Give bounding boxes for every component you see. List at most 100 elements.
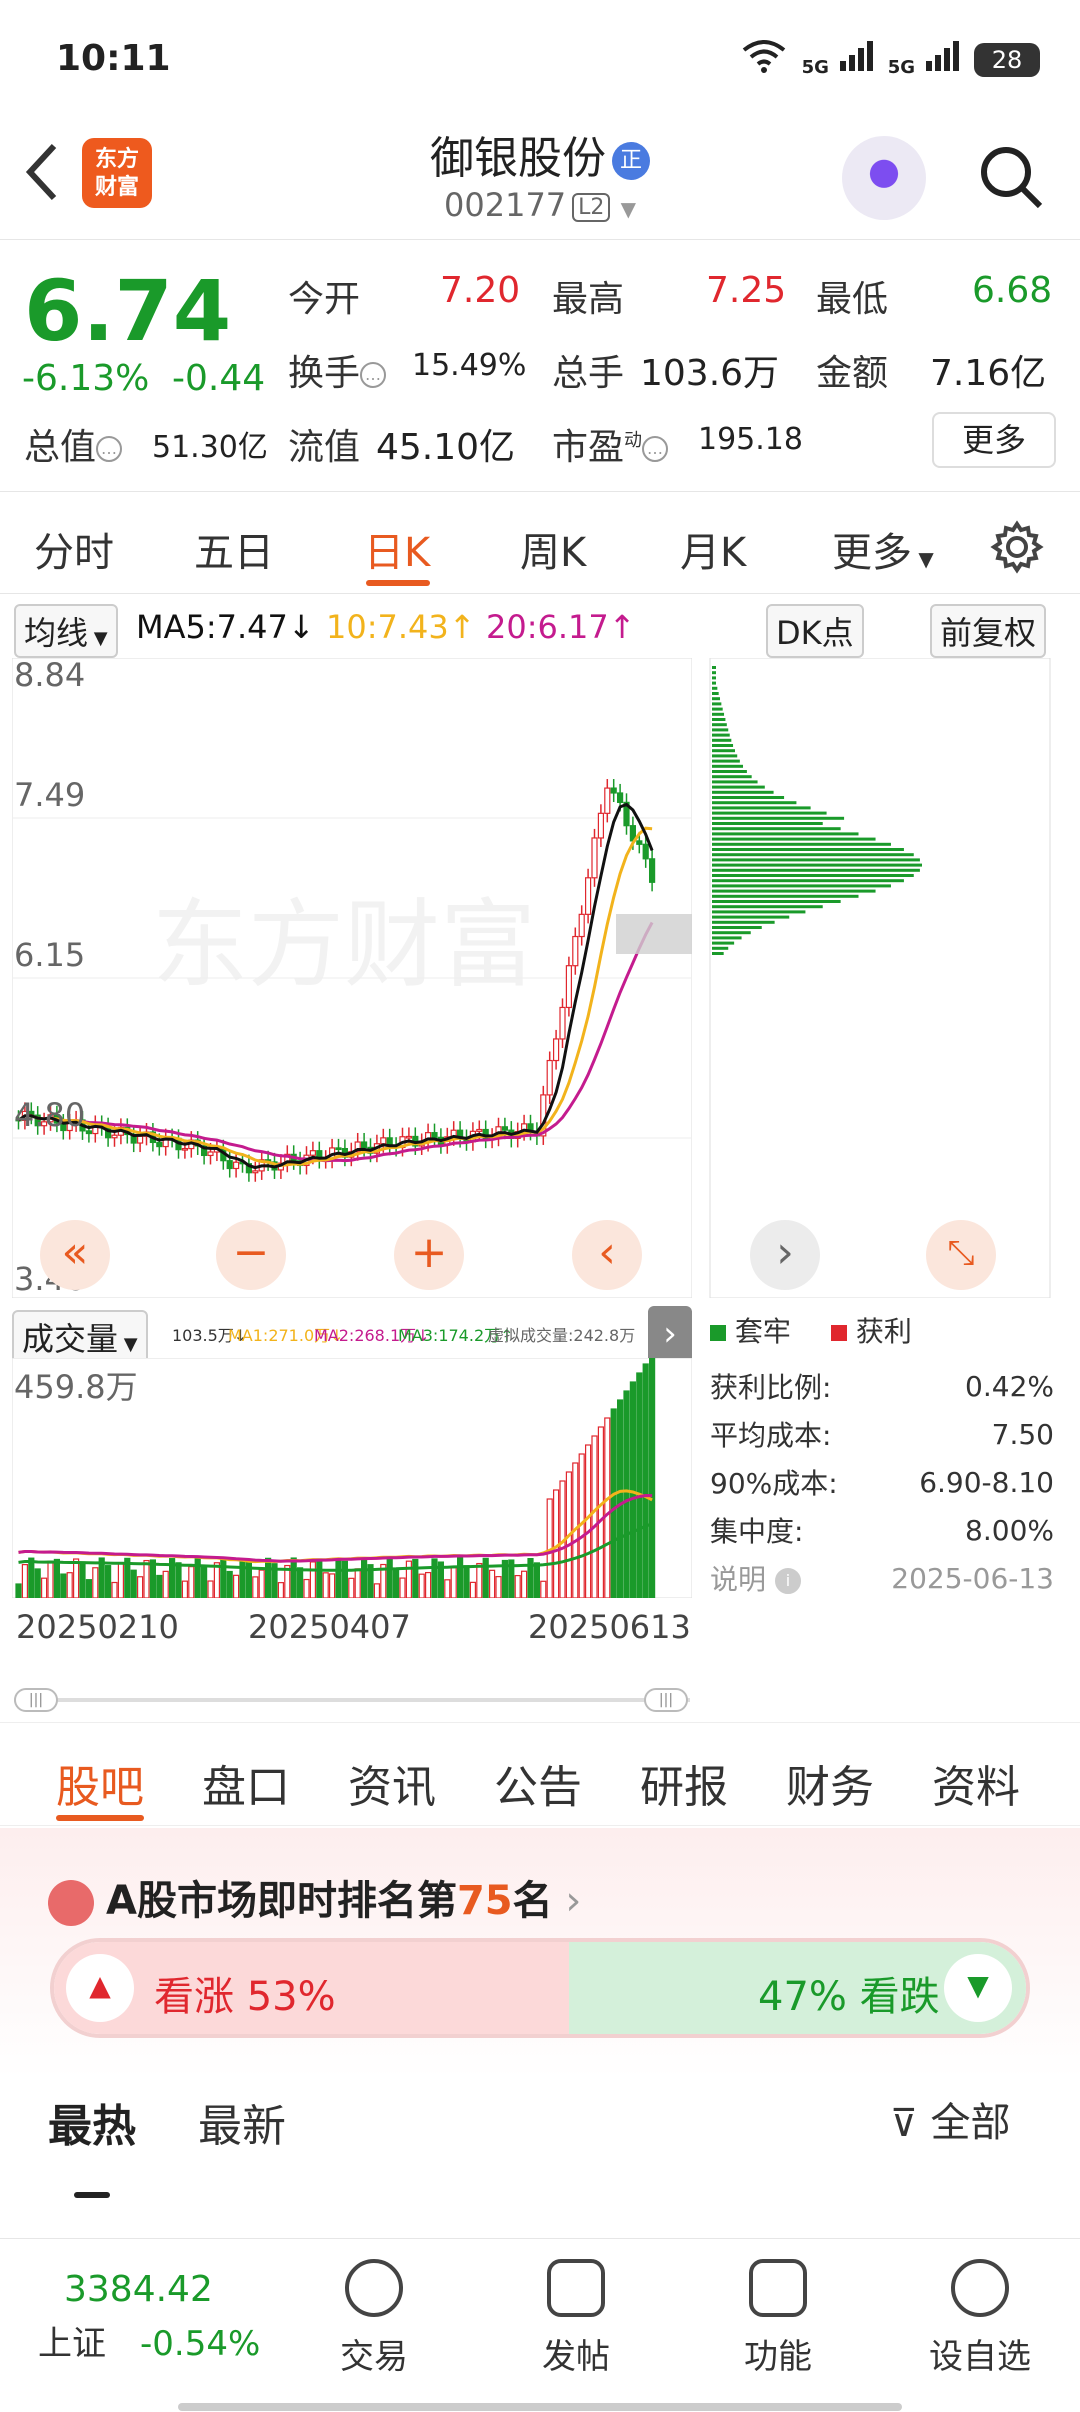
vote-up-button[interactable]: ▲: [66, 1954, 134, 2022]
candle: [610, 787, 617, 794]
chip-bar: [712, 764, 744, 768]
zoom-out-button[interactable]: −: [216, 1220, 286, 1290]
expand-icon[interactable]: ⤡: [926, 1220, 996, 1290]
turnover-label: 换手…: [288, 344, 387, 396]
status-time: 10:11: [56, 38, 171, 79]
tab-announcements[interactable]: 公告: [494, 1751, 582, 1815]
candle: [578, 913, 585, 938]
tab-daily-k[interactable]: 日K: [364, 520, 430, 578]
kline-svg[interactable]: 东方财富 8.84 7.49 6.15 4.80 3.46: [11, 656, 693, 1299]
more-button[interactable]: 更多: [932, 412, 1056, 468]
amount-value: 7.16亿: [930, 353, 1047, 394]
volume-bar: [463, 1565, 470, 1599]
volume-bar: [495, 1576, 502, 1599]
grid-icon: [749, 2259, 807, 2317]
chip-bar: [712, 894, 859, 898]
search-icon[interactable]: [976, 142, 1046, 212]
ma-indicator-row: 均线 ▼ MA5:7.47↓ 10:7.43↑ 20:6.17↑ DK点 前复权: [0, 598, 1080, 658]
gear-icon[interactable]: [990, 520, 1044, 578]
tab-profile[interactable]: 资料: [932, 1751, 1020, 1815]
ma5-value: MA5:7.47↓: [136, 608, 315, 646]
info-icon[interactable]: …: [642, 436, 669, 462]
battery-icon: 28: [974, 42, 1040, 77]
chip-bar: [712, 681, 717, 685]
index-ticker[interactable]: 3384.42 上证 -0.54%: [20, 2269, 280, 2365]
tab-intraday[interactable]: 分时: [34, 520, 114, 578]
candle: [636, 840, 643, 845]
tab-orderbook[interactable]: 盘口: [202, 1751, 290, 1815]
scroll-left-fast-button[interactable]: «: [40, 1220, 110, 1290]
vote-down-button[interactable]: ▼: [944, 1954, 1012, 2022]
ai-assistant-avatar[interactable]: [842, 136, 926, 220]
zoom-in-button[interactable]: +: [394, 1220, 464, 1290]
nav-functions[interactable]: 功能: [708, 2259, 848, 2378]
index-change: -0.54%: [140, 2324, 261, 2364]
change-amount: -0.44: [172, 358, 266, 399]
expand-right-icon[interactable]: ›: [648, 1306, 692, 1364]
dropdown-caret-icon[interactable]: ▼: [621, 197, 636, 221]
candle: [181, 1147, 188, 1151]
filter-all[interactable]: ⊽ 全部: [890, 2090, 1011, 2148]
volume-bar: [354, 1568, 361, 1599]
volume-bar: [28, 1557, 35, 1599]
range-handle-right[interactable]: |||: [644, 1688, 688, 1712]
nav-add-watchlist[interactable]: 设自选: [910, 2259, 1050, 2378]
candle: [565, 965, 573, 1009]
tab-forum[interactable]: 股吧: [56, 1751, 144, 1815]
nav-post[interactable]: 发帖: [506, 2259, 646, 2378]
status-icons: 5G 5G 28: [740, 38, 1040, 81]
tab-weekly-k[interactable]: 周K: [520, 520, 586, 578]
volume-bar: [156, 1574, 163, 1599]
volume-indicator-select[interactable]: 成交量 ▼: [12, 1310, 148, 1364]
market-rank[interactable]: A股市场即时排名第75名 ›: [48, 1868, 581, 1926]
candle: [501, 1126, 508, 1131]
ma-select[interactable]: 均线 ▼: [14, 604, 118, 658]
range-handle-left[interactable]: |||: [14, 1688, 58, 1712]
info-icon[interactable]: …: [360, 362, 387, 388]
dk-point-toggle[interactable]: DK点: [766, 604, 864, 658]
volume-chart[interactable]: 459.8万: [11, 1354, 693, 1599]
level2-badge[interactable]: L2: [572, 192, 611, 222]
amount-label: 金额: [816, 353, 889, 394]
tab-research[interactable]: 研报: [640, 1751, 728, 1815]
candle: [361, 1141, 368, 1148]
filter-icon: ⊽: [890, 2101, 918, 2145]
candle: [552, 1038, 560, 1062]
bottom-nav: 3384.42 上证 -0.54% 交易 发帖 功能 设自选: [0, 2238, 1080, 2412]
date-mid: 20250407: [248, 1608, 411, 1646]
volume-bar: [450, 1567, 457, 1599]
volume-value: 103.6万: [640, 353, 780, 394]
volume-bar: [604, 1417, 611, 1599]
chart-range-scrollbar[interactable]: ||| |||: [14, 1688, 690, 1712]
tab-more[interactable]: 更多 ▼: [832, 520, 934, 578]
volume-bar: [297, 1567, 304, 1599]
volume-bar: [361, 1557, 368, 1599]
candle: [431, 1132, 438, 1138]
scroll-left-button[interactable]: ‹: [572, 1220, 642, 1290]
adjust-select[interactable]: 前复权: [930, 604, 1047, 658]
candle: [111, 1134, 118, 1139]
bearish-label: 47% 看跌: [758, 1974, 940, 2020]
tab-monthly-k[interactable]: 月K: [680, 520, 746, 578]
chip-bar: [712, 874, 914, 877]
change-pct: -6.13%: [22, 358, 150, 399]
volume-bar: [533, 1562, 541, 1599]
tab-five-day[interactable]: 五日: [194, 520, 274, 578]
chip-bar: [712, 738, 732, 742]
tab-hot[interactable]: 最热: [48, 2090, 136, 2154]
chip-distribution-chart[interactable]: › ⤡: [708, 657, 1052, 1299]
tab-news[interactable]: 资讯: [348, 1751, 436, 1815]
candle: [591, 837, 598, 879]
legend-trapped: 套牢: [710, 1310, 791, 1350]
kline-chart[interactable]: 东方财富 8.84 7.49 6.15 4.80 3.46 « − + ‹: [11, 656, 693, 1299]
volume-bar: [201, 1566, 208, 1599]
note-label[interactable]: 说明 i: [710, 1558, 801, 1598]
tab-financials[interactable]: 财务: [786, 1751, 874, 1815]
scroll-right-button[interactable]: ›: [750, 1220, 820, 1290]
info-icon[interactable]: …: [96, 436, 123, 462]
stock-header: 东方 财富 御银股份正 002177 L2 ▼: [0, 120, 1080, 240]
tab-latest[interactable]: 最新: [198, 2090, 286, 2154]
chip-bar: [712, 749, 735, 753]
nav-trade[interactable]: 交易: [304, 2259, 444, 2378]
volume-bar: [418, 1573, 425, 1599]
